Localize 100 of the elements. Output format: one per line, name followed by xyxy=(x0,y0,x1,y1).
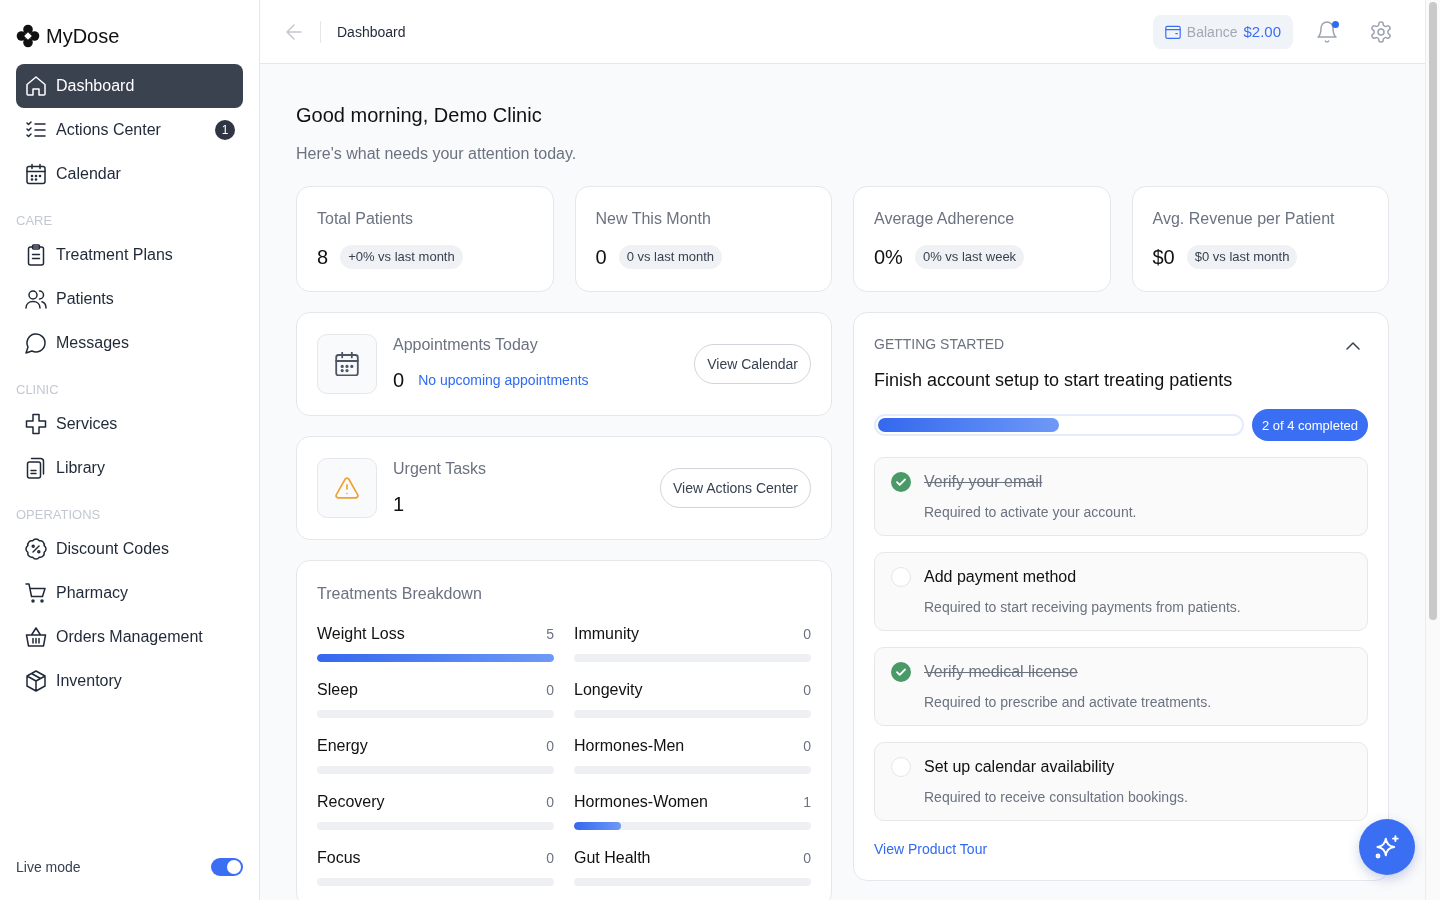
treatment-count: 0 xyxy=(803,850,811,866)
chat-bubble-icon xyxy=(26,333,46,353)
live-mode-label: Live mode xyxy=(16,859,81,875)
treatment-count: 0 xyxy=(803,626,811,642)
section-heading: OPERATIONS xyxy=(16,507,102,523)
assistant-button[interactable] xyxy=(1359,819,1415,875)
task-card[interactable]: Verify medical license Required to prescribe and activate treatments. xyxy=(874,647,1368,726)
treatment-name: Weight Loss xyxy=(317,625,405,643)
treatment-name: Hormones-Women xyxy=(574,793,708,811)
treatment-name: Longevity xyxy=(574,681,643,699)
treatment-count: 0 xyxy=(546,794,554,810)
change-indicator: $0 vs last month xyxy=(1186,245,1298,269)
checklist-icon xyxy=(26,120,46,140)
balance-button[interactable]: Balance $2.00 xyxy=(1152,14,1293,49)
page-title: Dashboard xyxy=(337,23,406,40)
treatment-name: Energy xyxy=(317,737,368,755)
stat-label: New This Month xyxy=(595,210,711,227)
nav-item[interactable]: Treatment Plans xyxy=(16,233,243,277)
clipboard-icon xyxy=(26,245,46,265)
task-description: Required to prescribe and activate treatments. xyxy=(924,694,1212,710)
live-mode-toggle[interactable] xyxy=(211,858,243,876)
task-description: Required to receive consultation bookings. xyxy=(924,789,1188,805)
logo-icon xyxy=(16,24,40,48)
greeting-subtitle: Here's what needs your attention today. xyxy=(296,145,577,162)
nav-item[interactable]: Actions Center 1 xyxy=(16,108,243,152)
treatment-count: 0 xyxy=(803,682,811,698)
treatment-count: 5 xyxy=(546,626,554,642)
task-card[interactable]: Set up calendar availability Required to receive consultation bookings. xyxy=(874,742,1368,821)
cart-icon xyxy=(26,583,46,603)
nav-item[interactable]: Dashboard xyxy=(16,64,243,108)
view-button[interactable]: View Calendar xyxy=(694,344,811,384)
stat-value: $0 xyxy=(1152,245,1175,269)
treatment-count: 0 xyxy=(546,850,554,866)
setup-heading: Finish account setup to start treating patients xyxy=(874,370,1233,390)
product-tour-link[interactable]: View Product Tour xyxy=(874,839,988,859)
task-card[interactable]: Verify your email Required to activate your account. xyxy=(874,457,1368,536)
card-title: Treatments Breakdown xyxy=(317,585,482,602)
treatment-name: Hormones-Men xyxy=(574,737,685,755)
stat-value: 0 xyxy=(595,245,607,269)
nav-item[interactable]: Library xyxy=(16,446,243,490)
task-title: Set up calendar availability xyxy=(924,758,1115,776)
app-name: MyDose xyxy=(46,24,120,49)
card-value: 0 xyxy=(393,368,405,392)
card-value: 1 xyxy=(393,492,405,516)
stat-label: Average Adherence xyxy=(874,210,1015,227)
task-card[interactable]: Add payment method Required to start receiving payments from patients. xyxy=(874,552,1368,631)
task-description: Required to start receiving payments from patients. xyxy=(924,599,1241,615)
task-title: Verify your email xyxy=(924,473,1043,491)
nav-item[interactable]: Discount Codes xyxy=(16,527,243,571)
change-indicator: +0% vs last month xyxy=(340,245,463,269)
nav-item[interactable]: Calendar xyxy=(16,152,243,196)
task-title: Add payment method xyxy=(924,568,1077,586)
treatment-name: Focus xyxy=(317,849,361,867)
treatment-count: 1 xyxy=(803,794,811,810)
treatment-name: Recovery xyxy=(317,793,385,811)
change-indicator: 0% vs last week xyxy=(914,245,1025,269)
stat-value: 8 xyxy=(317,245,329,269)
card-title: Urgent Tasks xyxy=(393,460,487,477)
nav-item[interactable]: Patients xyxy=(16,277,243,321)
bell-icon xyxy=(1317,21,1337,42)
nav-item[interactable]: Orders Management xyxy=(16,615,243,659)
view-button[interactable]: View Actions Center xyxy=(659,468,811,508)
change-indicator: 0 vs last month xyxy=(618,245,723,269)
card-title: Appointments Today xyxy=(393,336,538,353)
calendar-icon xyxy=(26,164,46,184)
basket-icon xyxy=(26,627,46,647)
scrollbar[interactable] xyxy=(1425,0,1440,900)
greeting-heading: Good morning, Demo Clinic xyxy=(296,104,542,126)
cross-icon xyxy=(26,414,46,434)
treatment-count: 0 xyxy=(546,682,554,698)
warning-icon xyxy=(317,458,377,518)
wallet-icon xyxy=(1164,23,1181,40)
progress-label: 2 of 4 completed xyxy=(1251,409,1368,441)
status-note: No upcoming appointments xyxy=(418,372,589,388)
nav-item[interactable]: Inventory xyxy=(16,659,243,703)
count-badge: 1 xyxy=(215,120,235,140)
treatment-name: Immunity xyxy=(574,625,639,643)
sparkle-icon xyxy=(1375,835,1399,859)
settings-icon xyxy=(1371,21,1391,42)
section-heading: CARE xyxy=(16,213,54,229)
home-icon xyxy=(26,76,46,96)
chevron-up-icon[interactable] xyxy=(1347,343,1359,349)
treatment-count: 0 xyxy=(546,738,554,754)
treatment-name: Sleep xyxy=(317,681,358,699)
nav-item[interactable]: Pharmacy xyxy=(16,571,243,615)
task-title: Verify medical license xyxy=(924,663,1078,681)
treatment-name: Gut Health xyxy=(574,849,651,867)
nav-item[interactable]: Messages xyxy=(16,321,243,365)
task-description: Required to activate your account. xyxy=(924,504,1137,520)
documents-icon xyxy=(26,458,46,478)
arrow-left-icon xyxy=(286,23,302,40)
treatment-count: 0 xyxy=(803,738,811,754)
stat-value: 0% xyxy=(874,245,903,269)
package-icon xyxy=(26,671,46,691)
stat-label: Avg. Revenue per Patient xyxy=(1152,210,1335,227)
stat-label: Total Patients xyxy=(317,210,414,227)
users-icon xyxy=(26,289,46,309)
percent-badge-icon xyxy=(26,539,46,559)
nav-item[interactable]: Services xyxy=(16,402,243,446)
section-heading: CLINIC xyxy=(16,382,60,398)
